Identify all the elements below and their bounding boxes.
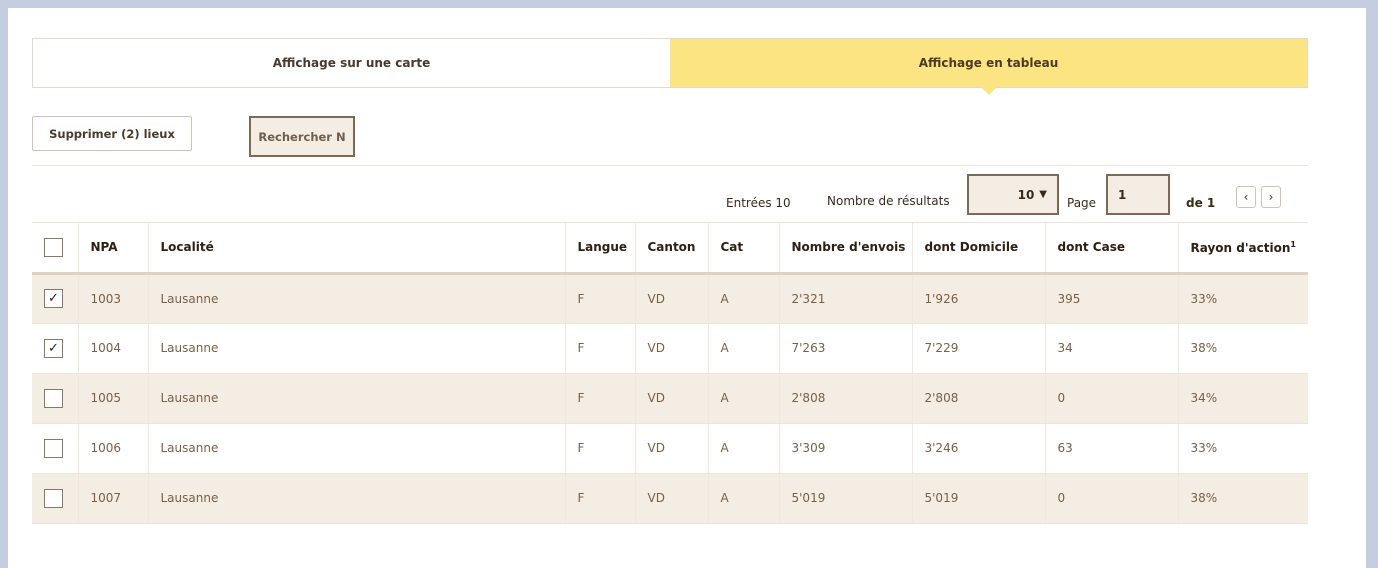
table-header-row: NPA Localité Langue Canton Cat Nombre d'… <box>32 223 1308 275</box>
cell-case: 0 <box>1045 473 1179 524</box>
entries-count: Entrées 10 <box>726 196 791 210</box>
cell-langue: F <box>565 473 636 524</box>
tab-table-view-label: Affichage en tableau <box>918 56 1059 70</box>
cell-canton: VD <box>635 373 709 424</box>
col-header-case[interactable]: dont Case <box>1045 223 1179 275</box>
row-checkbox[interactable] <box>44 388 63 408</box>
search-button[interactable]: Rechercher N <box>249 116 355 157</box>
col-header-domicile[interactable]: dont Domicile <box>912 223 1046 275</box>
results-per-page-value: 10 <box>1017 187 1035 202</box>
table-row: 1005 Lausanne F VD A 2'808 2'808 0 34% <box>32 373 1308 424</box>
cell-npa: 1006 <box>78 423 149 474</box>
table-row: 1007 Lausanne F VD A 5'019 5'019 0 38% <box>32 473 1308 524</box>
col-header-canton[interactable]: Canton <box>635 223 709 275</box>
header-select-all <box>32 223 79 275</box>
cell-cat: A <box>708 473 780 524</box>
cell-rayon: 38% <box>1178 473 1308 524</box>
cell-canton: VD <box>635 473 709 524</box>
cell-case: 34 <box>1045 323 1179 374</box>
cell-rayon: 38% <box>1178 323 1308 374</box>
cell-npa: 1005 <box>78 373 149 424</box>
results-table: NPA Localité Langue Canton Cat Nombre d'… <box>32 223 1308 524</box>
cell-cat: A <box>708 373 780 424</box>
cell-case: 0 <box>1045 373 1179 424</box>
cell-rayon: 33% <box>1178 273 1308 324</box>
view-toggle: Affichage sur une carte Affichage en tab… <box>32 38 1308 95</box>
col-header-rayon[interactable]: Rayon d'action1 <box>1178 223 1308 275</box>
col-header-envois[interactable]: Nombre d'envois <box>779 223 913 275</box>
cell-localite: Lausanne <box>148 423 566 474</box>
cell-domicile: 3'246 <box>912 423 1046 474</box>
cell-case: 395 <box>1045 273 1179 324</box>
cell-envois: 7'263 <box>779 323 913 374</box>
cell-domicile: 2'808 <box>912 373 1046 424</box>
row-checkbox[interactable] <box>44 488 63 508</box>
page-total: de 1 <box>1186 196 1216 210</box>
cell-localite: Lausanne <box>148 473 566 524</box>
tab-map-view-label: Affichage sur une carte <box>272 56 431 70</box>
cell-envois: 2'321 <box>779 273 913 324</box>
cell-envois: 2'808 <box>779 373 913 424</box>
footnote-marker: 1 <box>1290 239 1296 249</box>
cell-case: 63 <box>1045 423 1179 474</box>
cell-envois: 5'019 <box>779 473 913 524</box>
col-header-localite[interactable]: Localité <box>148 223 566 275</box>
chevron-right-icon: › <box>1268 190 1274 204</box>
chevron-left-icon: ‹ <box>1243 190 1249 204</box>
next-page-button[interactable]: › <box>1261 186 1281 208</box>
delete-places-button[interactable]: Supprimer (2) lieux <box>32 116 192 151</box>
cell-canton: VD <box>635 323 709 374</box>
divider <box>32 165 1308 166</box>
page-number-input[interactable] <box>1106 174 1170 215</box>
row-checkbox[interactable]: ✓ <box>44 289 63 308</box>
cell-npa: 1004 <box>78 323 149 374</box>
cell-canton: VD <box>635 423 709 474</box>
cell-localite: Lausanne <box>148 323 566 374</box>
cell-localite: Lausanne <box>148 373 566 424</box>
cell-cat: A <box>708 423 780 474</box>
col-header-cat[interactable]: Cat <box>708 223 780 275</box>
cell-langue: F <box>565 323 636 374</box>
cell-cat: A <box>708 323 780 374</box>
results-per-page-select[interactable]: 10 ▼ <box>967 174 1059 215</box>
prev-page-button[interactable]: ‹ <box>1236 186 1256 208</box>
table-row: ✓ 1004 Lausanne F VD A 7'263 7'229 34 38… <box>32 323 1308 374</box>
cell-rayon: 33% <box>1178 423 1308 474</box>
select-all-checkbox[interactable] <box>44 237 63 257</box>
row-checkbox[interactable]: ✓ <box>44 338 63 358</box>
cell-langue: F <box>565 373 636 424</box>
caret-down-icon: ▼ <box>1039 189 1047 200</box>
page-label: Page <box>1067 196 1097 210</box>
tab-table-view[interactable]: Affichage en tableau <box>670 39 1307 95</box>
col-header-npa[interactable]: NPA <box>78 223 149 275</box>
cell-domicile: 7'229 <box>912 323 1046 374</box>
row-checkbox[interactable] <box>44 438 63 458</box>
cell-canton: VD <box>635 273 709 324</box>
cell-domicile: 5'019 <box>912 473 1046 524</box>
cell-cat: A <box>708 273 780 324</box>
cell-rayon: 34% <box>1178 373 1308 424</box>
cell-localite: Lausanne <box>148 273 566 324</box>
table-row: ✓ 1003 Lausanne F VD A 2'321 1'926 395 3… <box>32 273 1308 324</box>
cell-npa: 1003 <box>78 273 149 324</box>
cell-langue: F <box>565 423 636 474</box>
tab-map-view[interactable]: Affichage sur une carte <box>33 39 670 87</box>
table-row: 1006 Lausanne F VD A 3'309 3'246 63 33% <box>32 423 1308 474</box>
cell-envois: 3'309 <box>779 423 913 474</box>
col-header-langue[interactable]: Langue <box>565 223 636 275</box>
cell-langue: F <box>565 273 636 324</box>
results-per-page-label: Nombre de résultats <box>827 194 950 208</box>
cell-npa: 1007 <box>78 473 149 524</box>
col-header-rayon-label: Rayon d'action <box>1190 240 1291 255</box>
cell-domicile: 1'926 <box>912 273 1046 324</box>
